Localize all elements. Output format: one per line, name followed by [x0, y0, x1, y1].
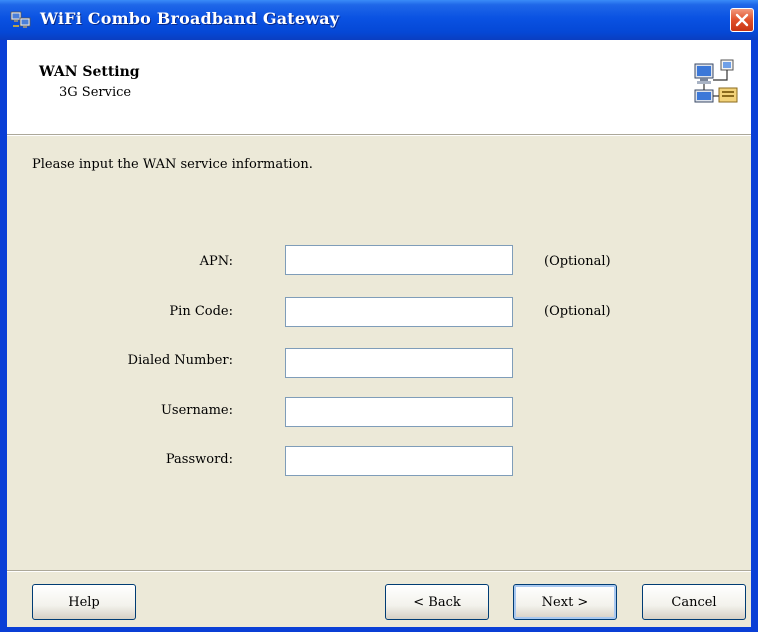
next-button[interactable]: Next >	[513, 584, 617, 620]
app-icon	[10, 11, 31, 28]
username-input[interactable]	[285, 397, 513, 427]
title-bar[interactable]: WiFi Combo Broadband Gateway	[0, 0, 758, 40]
page-title: WAN Setting	[39, 64, 140, 80]
help-button[interactable]: Help	[32, 584, 136, 620]
username-label: Username:	[160, 403, 233, 418]
footer-divider-highlight	[7, 571, 751, 572]
cancel-button[interactable]: Cancel	[642, 584, 746, 620]
dialed-number-label: Dialed Number:	[127, 353, 233, 368]
instruction-text: Please input the WAN service information…	[32, 157, 313, 172]
wizard-window: WiFi Combo Broadband Gateway WAN Setting…	[0, 0, 758, 632]
window-title: WiFi Combo Broadband Gateway	[40, 9, 340, 28]
apn-optional-note: (Optional)	[544, 254, 611, 269]
apn-label: APN:	[199, 254, 233, 269]
header-divider-highlight	[7, 135, 751, 136]
password-input[interactable]	[285, 446, 513, 476]
dialed-number-input[interactable]	[285, 348, 513, 378]
pin-code-label: Pin Code:	[169, 304, 233, 319]
apn-input[interactable]	[285, 245, 513, 275]
wizard-client-area: WAN Setting 3G Service Please input the …	[7, 40, 751, 627]
pin-code-input[interactable]	[285, 297, 513, 327]
wizard-header: WAN Setting 3G Service	[7, 40, 751, 134]
page-subtitle: 3G Service	[59, 85, 132, 100]
close-button[interactable]	[730, 8, 754, 32]
back-button[interactable]: < Back	[385, 584, 489, 620]
network-computers-icon	[694, 59, 738, 103]
pin-code-optional-note: (Optional)	[544, 304, 611, 319]
password-label: Password:	[165, 452, 233, 467]
close-icon	[735, 13, 749, 27]
